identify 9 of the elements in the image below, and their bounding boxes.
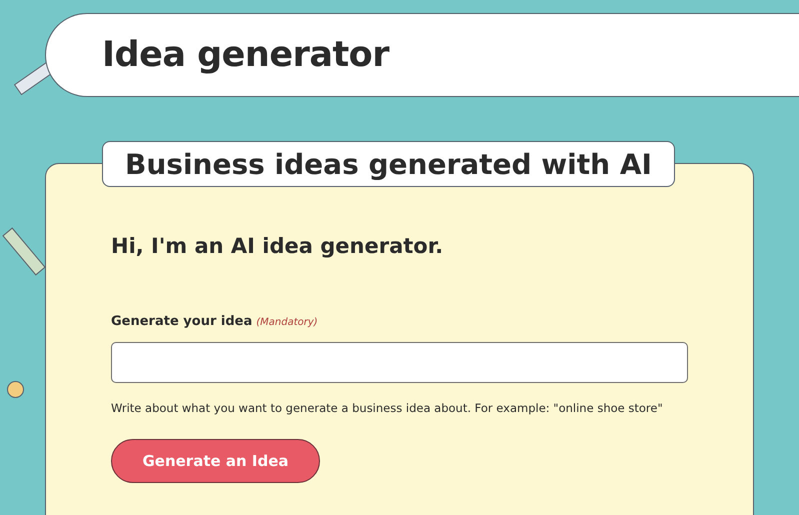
circle-shape	[7, 381, 24, 398]
field-hint: Write about what you want to generate a business idea about. For example: "online shoe store"	[111, 401, 664, 415]
generate-button[interactable]: Generate an Idea	[111, 439, 320, 483]
card-title: Business ideas generated with AI	[102, 141, 675, 187]
field-label: Generate your idea	[111, 314, 252, 329]
greeting-heading: Hi, I'm an AI idea generator.	[111, 234, 444, 258]
idea-input-field[interactable]	[111, 342, 688, 383]
page-title: Idea generator	[102, 35, 389, 75]
mandatory-note: (Mandatory)	[256, 317, 318, 328]
